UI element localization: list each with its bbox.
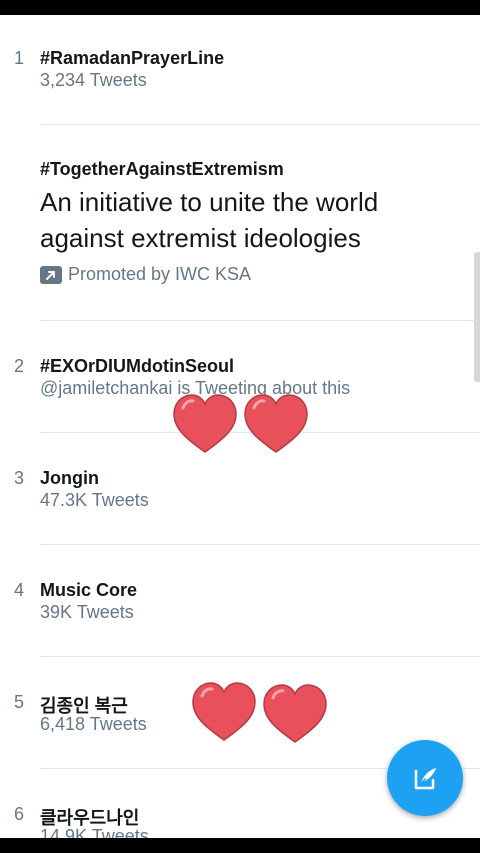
- divider: [40, 320, 480, 321]
- promoted-label-row: Promoted by IWC KSA: [40, 264, 251, 285]
- trend-rank: 1: [14, 48, 25, 68]
- trend-meta: 39K Tweets: [40, 602, 134, 622]
- trend-meta: 6,418 Tweets: [40, 714, 147, 734]
- status-bar: [0, 0, 480, 15]
- trend-rank: 6: [14, 804, 25, 824]
- divider: [40, 544, 480, 545]
- trend-meta: 3,234 Tweets: [40, 70, 147, 90]
- trend-name: Jongin: [40, 468, 99, 488]
- promoted-arrow-icon: [40, 265, 62, 284]
- nav-bar: [0, 838, 480, 853]
- scrollbar-thumb[interactable]: [474, 252, 480, 382]
- trend-rank: 4: [14, 580, 25, 600]
- promoted-label: Promoted by IWC KSA: [68, 264, 252, 284]
- trend-name: #EXOrDIUMdotinSeoul: [40, 356, 235, 376]
- trend-name: Music Core: [40, 580, 138, 600]
- heart-icon: [263, 684, 327, 743]
- heart-icon: [192, 682, 256, 741]
- promoted-description: An initiative to unite the world against…: [40, 187, 379, 253]
- promoted-hashtag[interactable]: #TogetherAgainstExtremism: [40, 159, 284, 180]
- trend-rank: 5: [14, 692, 25, 712]
- compose-tweet-button[interactable]: [387, 740, 463, 816]
- trend-item[interactable]: 3 Jongin 47.3K Tweets: [0, 465, 480, 545]
- trend-name: #RamadanPrayerLine: [40, 48, 225, 68]
- heart-icon: [173, 394, 237, 453]
- trend-meta: 14.9K Tweets: [40, 826, 149, 838]
- trend-item[interactable]: 1 #RamadanPrayerLine 3,234 Tweets: [0, 45, 480, 125]
- trend-rank: 3: [14, 468, 25, 488]
- compose-tweet-icon: [414, 768, 436, 790]
- heart-icon: [244, 394, 308, 453]
- trend-item[interactable]: 2 #EXOrDIUMdotinSeoul @jamiletchankai is…: [0, 353, 480, 433]
- trend-item[interactable]: 4 Music Core 39K Tweets: [0, 577, 480, 657]
- trend-rank: 2: [14, 356, 25, 376]
- divider: [40, 656, 480, 657]
- trend-meta: 47.3K Tweets: [40, 490, 149, 510]
